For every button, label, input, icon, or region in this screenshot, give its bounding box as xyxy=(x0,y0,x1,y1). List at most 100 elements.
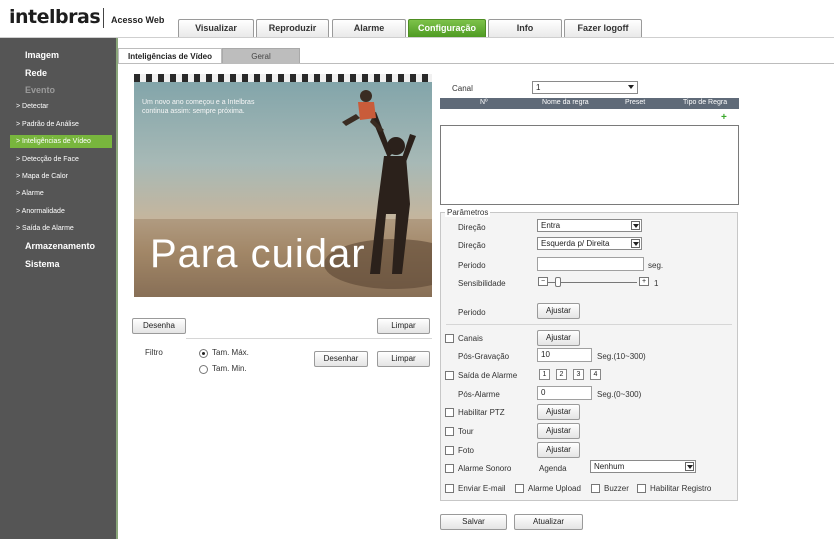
video-preview[interactable]: Um novo ano começou e a Intelbras contin… xyxy=(134,74,432,297)
post-record-label: Pós-Gravação xyxy=(458,352,510,361)
alarm-output-3[interactable]: 3 xyxy=(573,369,584,380)
period2-label: Periodo xyxy=(458,308,486,317)
tour-checkbox[interactable] xyxy=(445,427,454,436)
parameters-legend: Parâmetros xyxy=(445,208,491,217)
rule-table-body[interactable] xyxy=(440,125,739,205)
save-button[interactable]: Salvar xyxy=(440,514,507,530)
photo-adjust-button[interactable]: Ajustar xyxy=(537,442,580,458)
clear-filter-button[interactable]: Limpar xyxy=(377,351,430,367)
alarm-upload-label: Alarme Upload xyxy=(528,484,581,493)
sensitivity-label: Sensibilidade xyxy=(458,279,506,288)
direction2-select[interactable]: Esquerda p/ Direita xyxy=(537,237,642,250)
add-rule-icon[interactable]: + xyxy=(721,112,727,123)
sidebar-item-evento[interactable]: Evento xyxy=(25,85,141,95)
channel-select-value: 1 xyxy=(536,83,541,92)
sidebar-item-armazenamento[interactable]: Armazenamento xyxy=(25,241,141,251)
radio-tam-min[interactable] xyxy=(199,365,208,374)
alarm-sound-checkbox[interactable] xyxy=(445,464,454,473)
sidebar-item-rede[interactable]: Rede xyxy=(25,68,141,78)
buzzer-checkbox[interactable] xyxy=(591,484,600,493)
sensitivity-slider-handle[interactable] xyxy=(555,277,562,287)
tab-geral[interactable]: Geral xyxy=(222,48,300,64)
tour-label: Tour xyxy=(458,427,474,436)
tab-underline xyxy=(118,63,834,64)
nav-tab-configuracao[interactable]: Configuração xyxy=(408,19,486,37)
sidebar-item-detectar[interactable]: > Detectar xyxy=(16,103,132,110)
ptz-checkbox[interactable] xyxy=(445,408,454,417)
nav-tab-alarme[interactable]: Alarme xyxy=(332,19,406,37)
schedule-label: Agenda xyxy=(539,464,567,473)
channel-label: Canal xyxy=(452,84,473,93)
post-alarm-range: Seg.(0~300) xyxy=(597,390,642,399)
sidebar-item-mapa-calor[interactable]: > Mapa de Calor xyxy=(16,173,132,180)
post-record-range: Seg.(10~300) xyxy=(597,352,646,361)
ptz-adjust-button[interactable]: Ajustar xyxy=(537,404,580,420)
nav-tab-info[interactable]: Info xyxy=(488,19,562,37)
rule-table-header: Nº Nome da regra Preset Tipo de Regra xyxy=(440,98,739,109)
draw-filter-button[interactable]: Desenhar xyxy=(314,351,368,367)
log-label: Habilitar Registro xyxy=(650,484,712,493)
sensitivity-plus-button[interactable]: + xyxy=(639,277,649,286)
radio-tam-min-label: Tam. Min. xyxy=(212,364,247,373)
clear-rule-button[interactable]: Limpar xyxy=(377,318,430,334)
sidebar-item-saida-alarme[interactable]: > Saída de Alarme xyxy=(16,225,132,232)
alarm-output-4[interactable]: 4 xyxy=(590,369,601,380)
direction-select[interactable]: Entra xyxy=(537,219,642,232)
nav-tab-visualizar[interactable]: Visualizar xyxy=(178,19,254,37)
channels-adjust-button[interactable]: Ajustar xyxy=(537,330,580,346)
direction2-label: Direção xyxy=(458,241,486,250)
period-unit: seg. xyxy=(648,261,664,270)
chevron-down-icon xyxy=(685,462,694,471)
sidebar: Imagem Rede Evento > Detectar > Padrão d… xyxy=(0,38,118,539)
alarm-output-1[interactable]: 1 xyxy=(539,369,550,380)
direction2-select-value: Esquerda p/ Direita xyxy=(541,239,610,248)
chevron-down-icon xyxy=(631,221,640,230)
photo-checkbox[interactable] xyxy=(445,446,454,455)
video-caption: Um novo ano começou e a Intelbras contin… xyxy=(142,98,254,116)
col-header-rule-name: Nome da regra xyxy=(542,99,589,106)
alarm-output-checkbox[interactable] xyxy=(445,371,454,380)
sidebar-item-alarme[interactable]: > Alarme xyxy=(16,190,132,197)
refresh-button[interactable]: Atualizar xyxy=(514,514,583,530)
radio-tam-max-label: Tam. Máx. xyxy=(212,348,249,357)
period-input[interactable] xyxy=(537,257,644,271)
tour-adjust-button[interactable]: Ajustar xyxy=(537,423,580,439)
nav-tab-reproduzir[interactable]: Reproduzir xyxy=(256,19,329,37)
filter-label: Filtro xyxy=(145,348,163,357)
post-alarm-label: Pós-Alarme xyxy=(458,390,500,399)
direction-select-value: Entra xyxy=(541,221,561,230)
chevron-down-icon xyxy=(627,83,636,92)
app-title: Acesso Web xyxy=(111,15,165,25)
logo-divider xyxy=(103,8,104,28)
alarm-output-2[interactable]: 2 xyxy=(556,369,567,380)
alarm-upload-checkbox[interactable] xyxy=(515,484,524,493)
divider xyxy=(446,324,732,325)
log-checkbox[interactable] xyxy=(637,484,646,493)
nav-tab-logoff[interactable]: Fazer logoff xyxy=(564,19,642,37)
sensitivity-value: 1 xyxy=(654,279,659,288)
video-caption-line-2: continua assim: sempre próxima. xyxy=(142,108,245,115)
email-checkbox[interactable] xyxy=(445,484,454,493)
sidebar-item-sistema[interactable]: Sistema xyxy=(25,259,141,269)
direction-label: Direção xyxy=(458,223,486,232)
sidebar-item-anormalidade[interactable]: > Anormalidade xyxy=(16,208,132,215)
channel-select[interactable]: 1 xyxy=(532,81,638,94)
draw-rule-button[interactable]: Desenha xyxy=(132,318,186,334)
tab-inteligencias-video[interactable]: Inteligências de Vídeo xyxy=(118,48,222,64)
schedule-select[interactable]: Nenhum xyxy=(590,460,696,473)
sidebar-item-inteligencias-video[interactable]: > Inteligências de Vídeo xyxy=(10,135,112,148)
video-caption-line-1: Um novo ano começou e a Intelbras xyxy=(142,99,255,106)
photo-label: Foto xyxy=(458,446,475,455)
radio-tam-max[interactable] xyxy=(199,349,208,358)
channels-checkbox[interactable] xyxy=(445,334,454,343)
buzzer-label: Buzzer xyxy=(604,484,629,493)
post-record-input[interactable]: 10 xyxy=(537,348,592,362)
sidebar-item-padrao-analise[interactable]: > Padrão de Análise xyxy=(16,121,132,128)
top-header: intelbras Acesso Web Visualizar Reproduz… xyxy=(0,0,834,38)
period-label: Periodo xyxy=(458,261,486,270)
sidebar-item-deteccao-face[interactable]: > Detecção de Face xyxy=(16,156,132,163)
schedule-select-value: Nenhum xyxy=(594,462,625,471)
period-adjust-button[interactable]: Ajustar xyxy=(537,303,580,319)
post-alarm-input[interactable]: 0 xyxy=(537,386,592,400)
alarm-output-label: Saída de Alarme xyxy=(458,371,518,380)
